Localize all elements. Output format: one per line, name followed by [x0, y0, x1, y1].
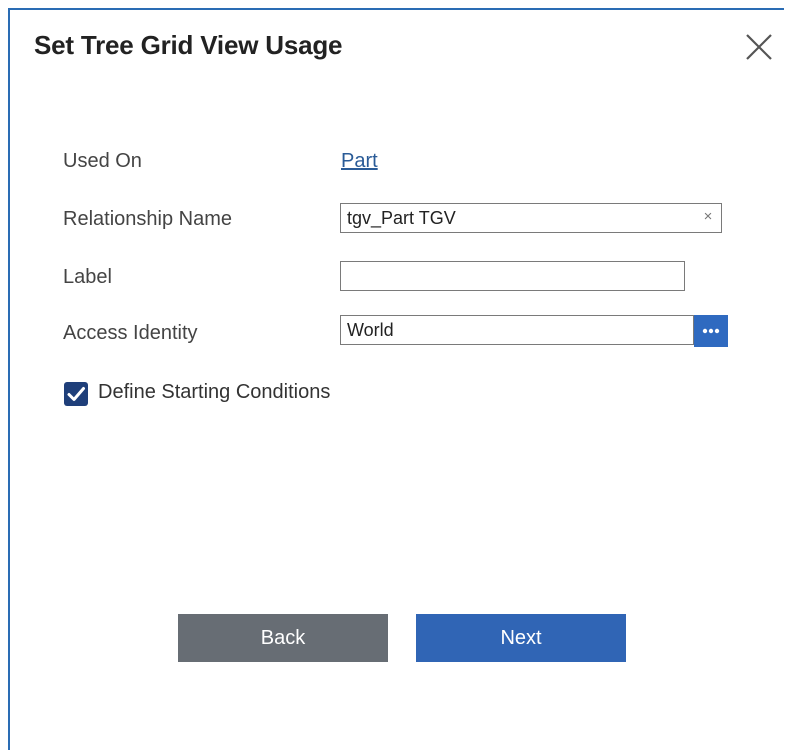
dialog-title: Set Tree Grid View Usage — [34, 30, 343, 60]
back-button[interactable]: Back — [178, 614, 388, 662]
close-icon[interactable] — [744, 32, 774, 62]
used-on-link[interactable]: Part — [341, 150, 378, 173]
access-identity-browse-button[interactable] — [694, 315, 728, 347]
label-field-label: Label — [63, 266, 112, 288]
more-dots-icon — [702, 328, 720, 334]
access-identity-input[interactable] — [340, 315, 694, 345]
define-starting-conditions-label[interactable]: Define Starting Conditions — [98, 381, 330, 404]
next-button[interactable]: Next — [416, 614, 626, 662]
access-identity-label: Access Identity — [63, 322, 198, 344]
relationship-name-input[interactable] — [340, 203, 722, 233]
dialog: Set Tree Grid View Usage Used On Part Re… — [8, 8, 784, 750]
clear-icon[interactable]: × — [700, 206, 716, 228]
relationship-name-label: Relationship Name — [63, 208, 232, 230]
define-starting-conditions-checkbox[interactable] — [64, 382, 88, 406]
label-input[interactable] — [340, 261, 685, 291]
used-on-label: Used On — [63, 150, 142, 172]
checkmark-icon — [67, 387, 85, 401]
